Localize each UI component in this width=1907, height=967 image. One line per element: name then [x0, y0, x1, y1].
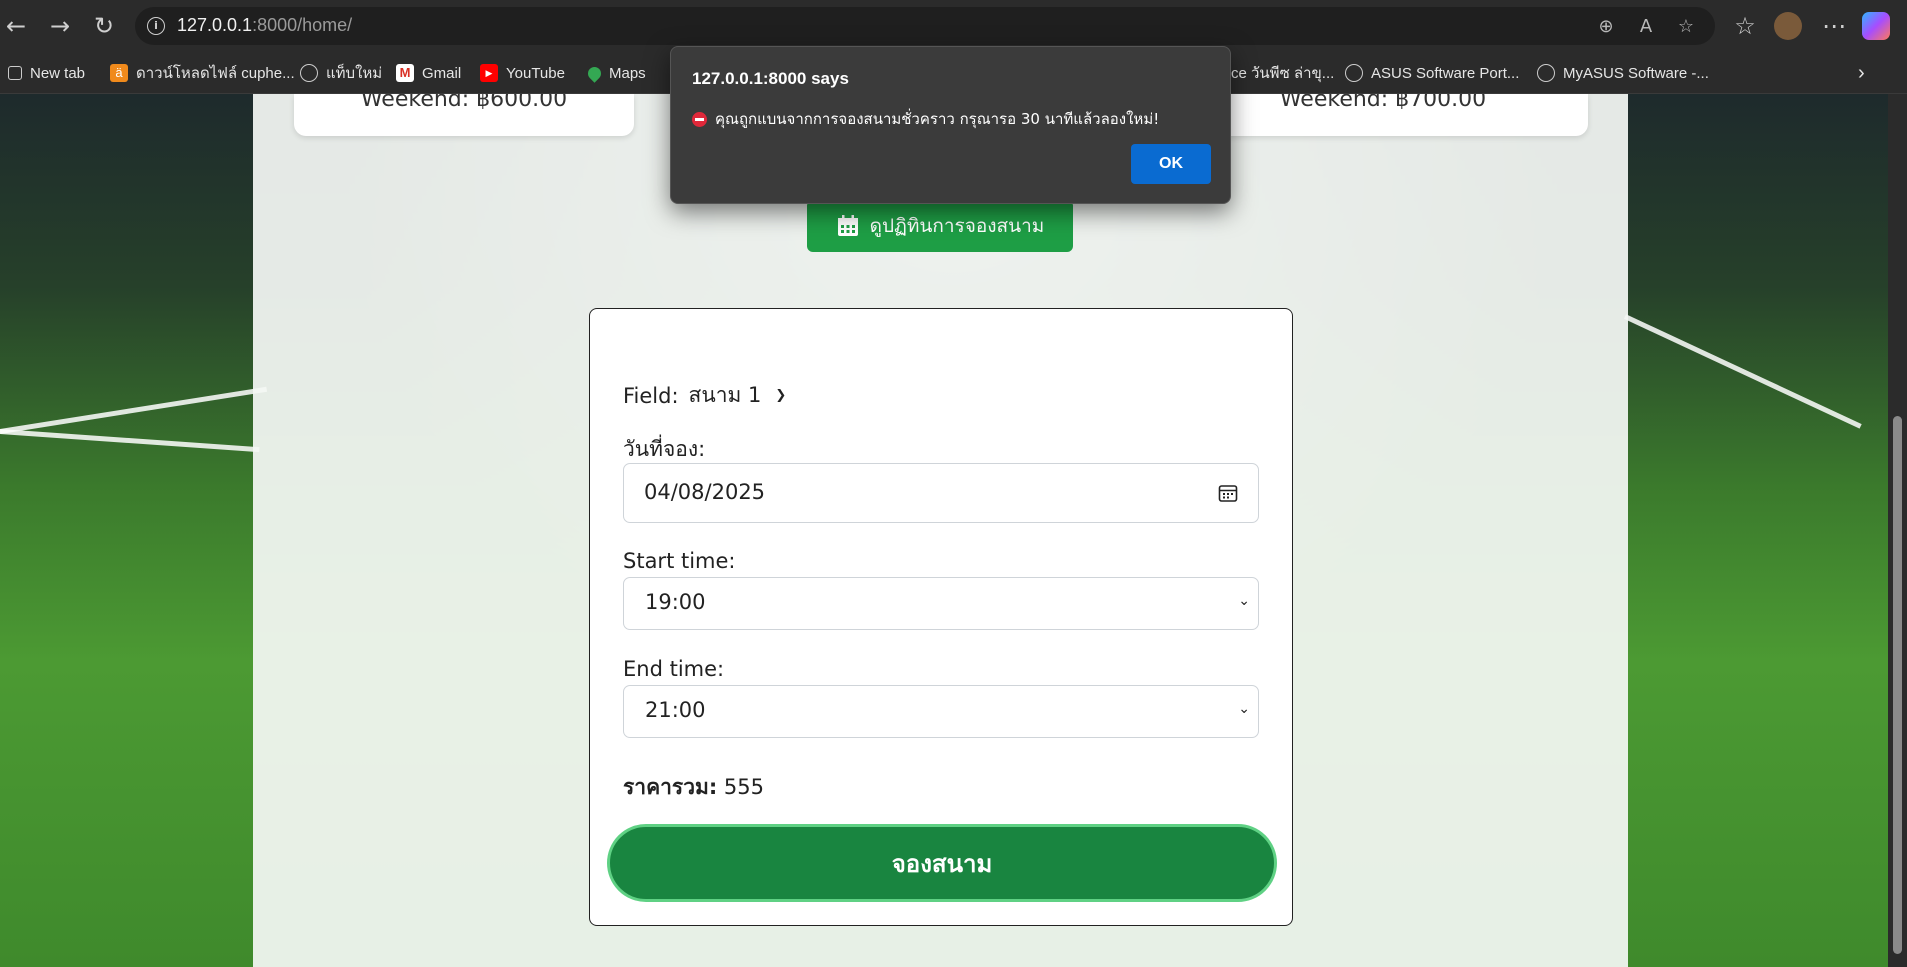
alert-message: คุณถูกแบนจากการจองสนามชั่วคราว กรุณารอ 3… [715, 110, 1160, 128]
field-line-decoration [0, 386, 268, 434]
forward-arrow-icon[interactable]: → [44, 10, 76, 42]
globe-icon [1537, 64, 1555, 82]
book-field-button[interactable]: จองสนาม [607, 824, 1277, 902]
page-icon [8, 66, 22, 80]
bookmark-label: ce วันพีซ ล่าขุ... [1231, 65, 1335, 82]
bookmarks-overflow-chevron-icon[interactable]: › [1858, 61, 1865, 85]
weekend-price-right: Weekend: ฿700.00 [1279, 94, 1487, 112]
field-select-row: Field: สนาม 1 ❯ [623, 379, 786, 412]
bookmark-myasus[interactable]: MyASUS Software -... [1537, 61, 1709, 85]
profile-avatar[interactable] [1774, 12, 1802, 40]
booking-form: Field: สนาม 1 ❯ วันที่จอง: 04/08/2025 St… [589, 308, 1293, 926]
view-calendar-label: ดูปฏิทินการจองสนาม [869, 215, 1045, 237]
bookmark-label: YouTube [506, 64, 565, 82]
bookmark-new-tab-th[interactable]: แท็บใหม่ [300, 61, 382, 85]
maps-pin-icon [585, 63, 604, 83]
reload-icon[interactable]: ↻ [88, 10, 120, 42]
read-aloud-icon[interactable]: A [1635, 16, 1657, 38]
bookmark-label: Gmail [422, 64, 462, 82]
total-price-label: ราคารวม: [623, 775, 718, 799]
page-scrollbar[interactable] [1888, 94, 1907, 967]
bookmark-label: New tab [30, 64, 86, 82]
bookmark-youtube[interactable]: ▶ YouTube [480, 61, 565, 85]
alert-message-row: คุณถูกแบนจากการจองสนามชั่วคราว กรุณารอ 3… [692, 107, 1159, 131]
weekend-price-left: Weekend: ฿600.00 [360, 94, 568, 112]
calendar-picker-icon[interactable] [1218, 483, 1238, 503]
bookmark-label: MyASUS Software -... [1563, 64, 1709, 82]
more-menu-icon[interactable]: ⋯ [1818, 10, 1850, 42]
end-time-label: End time: [623, 657, 725, 681]
gmail-icon: M [396, 64, 414, 82]
bookmark-maps[interactable]: Maps [585, 61, 646, 85]
date-value: 04/08/2025 [644, 480, 766, 504]
copilot-icon[interactable] [1862, 12, 1890, 40]
calendar-icon [837, 215, 858, 236]
bookmark-onepiece[interactable]: ce วันพีซ ล่าขุ... [1231, 61, 1334, 85]
view-calendar-button[interactable]: ดูปฏิทินการจองสนาม [807, 200, 1073, 252]
chevron-down-icon: ❯ [775, 388, 787, 403]
field-label: Field: [623, 383, 679, 408]
globe-icon [300, 64, 318, 82]
bookmark-label: ดาวน์โหลดไฟล์ cuphe... [136, 65, 295, 82]
favorites-icon[interactable]: ☆ [1729, 10, 1761, 42]
bookmark-asus-portal[interactable]: ASUS Software Port... [1345, 61, 1519, 85]
bookmark-download[interactable]: ä ดาวน์โหลดไฟล์ cuphe... [110, 61, 295, 85]
youtube-icon: ▶ [480, 64, 498, 82]
page-viewport: Weekend: ฿600.00 Weekend: ฿700.00 ดูปฏิท… [0, 94, 1907, 967]
back-arrow-icon[interactable]: ← [0, 10, 32, 42]
chevron-down-icon: ⌄ [1238, 593, 1250, 609]
bookmark-gmail[interactable]: M Gmail [396, 61, 461, 85]
zoom-icon[interactable]: ⊕ [1595, 16, 1617, 38]
bookmark-label: ASUS Software Port... [1371, 64, 1520, 82]
price-card-left: Weekend: ฿600.00 [294, 94, 634, 136]
address-bar[interactable]: i 127.0.0.1:8000/home/ ⊕ A ☆ [135, 7, 1715, 45]
url-path: :8000/home/ [252, 15, 353, 35]
scrollbar-thumb[interactable] [1893, 416, 1902, 954]
start-time-label: Start time: [623, 549, 736, 573]
date-label: วันที่จอง: [623, 437, 706, 461]
bookmark-new-tab[interactable]: New tab [8, 61, 85, 85]
chevron-down-icon: ⌄ [1238, 701, 1250, 717]
field-line-decoration [1623, 314, 1862, 429]
price-card-right: Weekend: ฿700.00 [1178, 94, 1588, 136]
main-content: Weekend: ฿600.00 Weekend: ฿700.00 ดูปฏิท… [253, 94, 1628, 967]
url-host: 127.0.0.1 [177, 15, 253, 35]
end-time-value: 21:00 [645, 698, 706, 722]
total-price-row: ราคารวม: 555 [623, 771, 764, 804]
field-select[interactable]: สนาม 1 ❯ [689, 379, 787, 412]
url-text[interactable]: 127.0.0.1:8000/home/ [177, 15, 352, 36]
browser-toolbar: ← → ↻ i 127.0.0.1:8000/home/ ⊕ A ☆ ☆ ⋯ [0, 0, 1907, 52]
book-field-label: จองสนาม [891, 849, 993, 878]
alert-title: 127.0.0.1:8000 says [692, 69, 849, 88]
no-entry-icon [692, 111, 707, 127]
alert-dialog: 127.0.0.1:8000 says คุณถูกแบนจากการจองสน… [670, 46, 1231, 204]
start-time-value: 19:00 [645, 590, 706, 614]
site-info-icon[interactable]: i [147, 17, 165, 35]
end-time-select[interactable]: 21:00 ⌄ [623, 685, 1259, 738]
favorite-star-icon[interactable]: ☆ [1675, 16, 1697, 38]
date-input[interactable]: 04/08/2025 [623, 463, 1259, 523]
field-select-value: สนาม 1 [688, 383, 762, 407]
bookmark-label: Maps [609, 64, 646, 82]
download-site-icon: ä [110, 64, 128, 82]
globe-icon [1345, 64, 1363, 82]
field-line-decoration [0, 429, 260, 453]
start-time-select[interactable]: 19:00 ⌄ [623, 577, 1259, 630]
total-price-value: 555 [723, 775, 765, 799]
alert-ok-button[interactable]: OK [1131, 144, 1211, 184]
bookmark-label: แท็บใหม่ [326, 65, 383, 82]
